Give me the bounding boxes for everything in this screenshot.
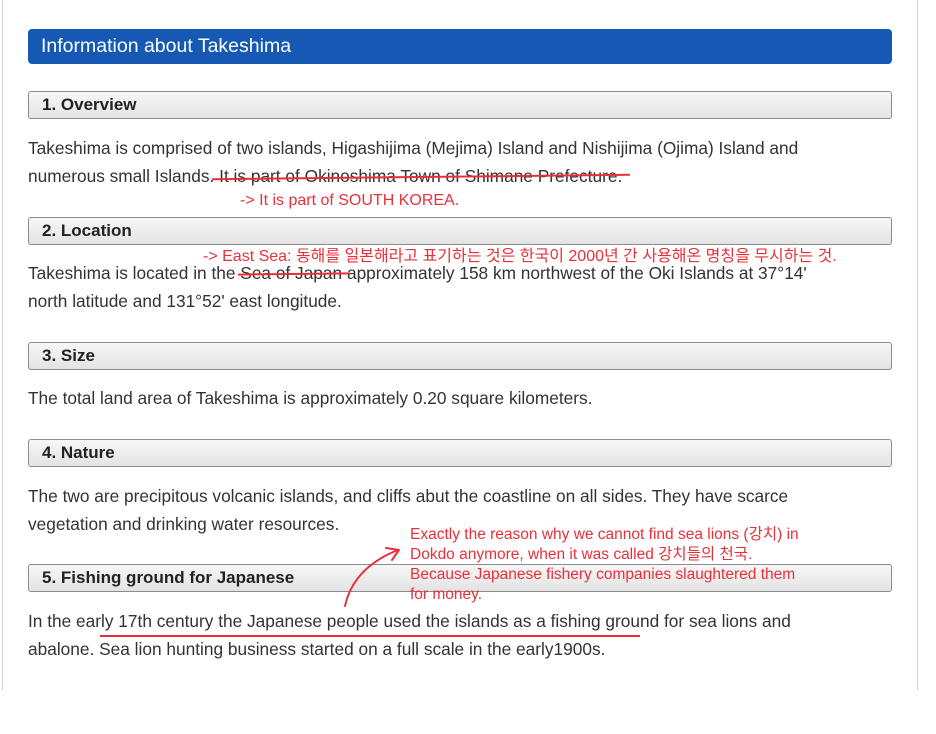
size-line-1: The total land area of Takeshima is appr… (28, 388, 593, 408)
fishing-line-2: abalone. Sea lion hunting business start… (28, 639, 606, 659)
section-heading-overview: 1. Overview (28, 91, 892, 119)
struck-shimane-text: It is part of Okinoshima Town of Shimane… (214, 166, 623, 186)
location-line-1: Takeshima is located in the Sea of Japan… (28, 263, 807, 283)
nature-line-1: The two are precipitous volcanic islands… (28, 486, 789, 506)
annotation-arrow-icon (344, 547, 400, 607)
annotation-south-korea: -> It is part of SOUTH KOREA. (240, 192, 460, 209)
overview-line-1: Takeshima is comprised of two islands, H… (28, 138, 799, 158)
overview-paragraph: Takeshima is comprised of two islands, H… (28, 134, 898, 190)
annotation-sea-lions-line-1: Exactly the reason why we cannot find se… (410, 526, 799, 543)
section-heading-location: 2. Location (28, 217, 892, 245)
location-line-2: north latitude and 131°52' east longitud… (28, 291, 342, 311)
struck-sea-of-japan: Sea of Japan (240, 263, 343, 283)
size-paragraph: The total land area of Takeshima is appr… (28, 384, 898, 412)
annotation-sea-lions: Exactly the reason why we cannot find se… (410, 525, 799, 605)
annotation-underline (100, 635, 640, 637)
section-heading-size: 3. Size (28, 342, 892, 370)
fishing-line-1: In the early 17th century the Japanese p… (28, 611, 791, 631)
page-frame-right (917, 0, 918, 690)
location-paragraph: Takeshima is located in the Sea of Japan… (28, 259, 898, 315)
page-frame-left (2, 0, 3, 690)
overview-line-2: numerous small Islands. It is part of Ok… (28, 166, 623, 186)
page-title: Information about Takeshima (28, 29, 892, 64)
annotation-sea-lions-line-2: Dokdo anymore, when it was called 강치들의 천… (410, 546, 753, 563)
section-heading-nature: 4. Nature (28, 439, 892, 467)
annotation-sea-lions-line-3: Because Japanese fishery companies slaug… (410, 566, 796, 583)
annotation-sea-lions-line-4: for money. (410, 586, 483, 603)
